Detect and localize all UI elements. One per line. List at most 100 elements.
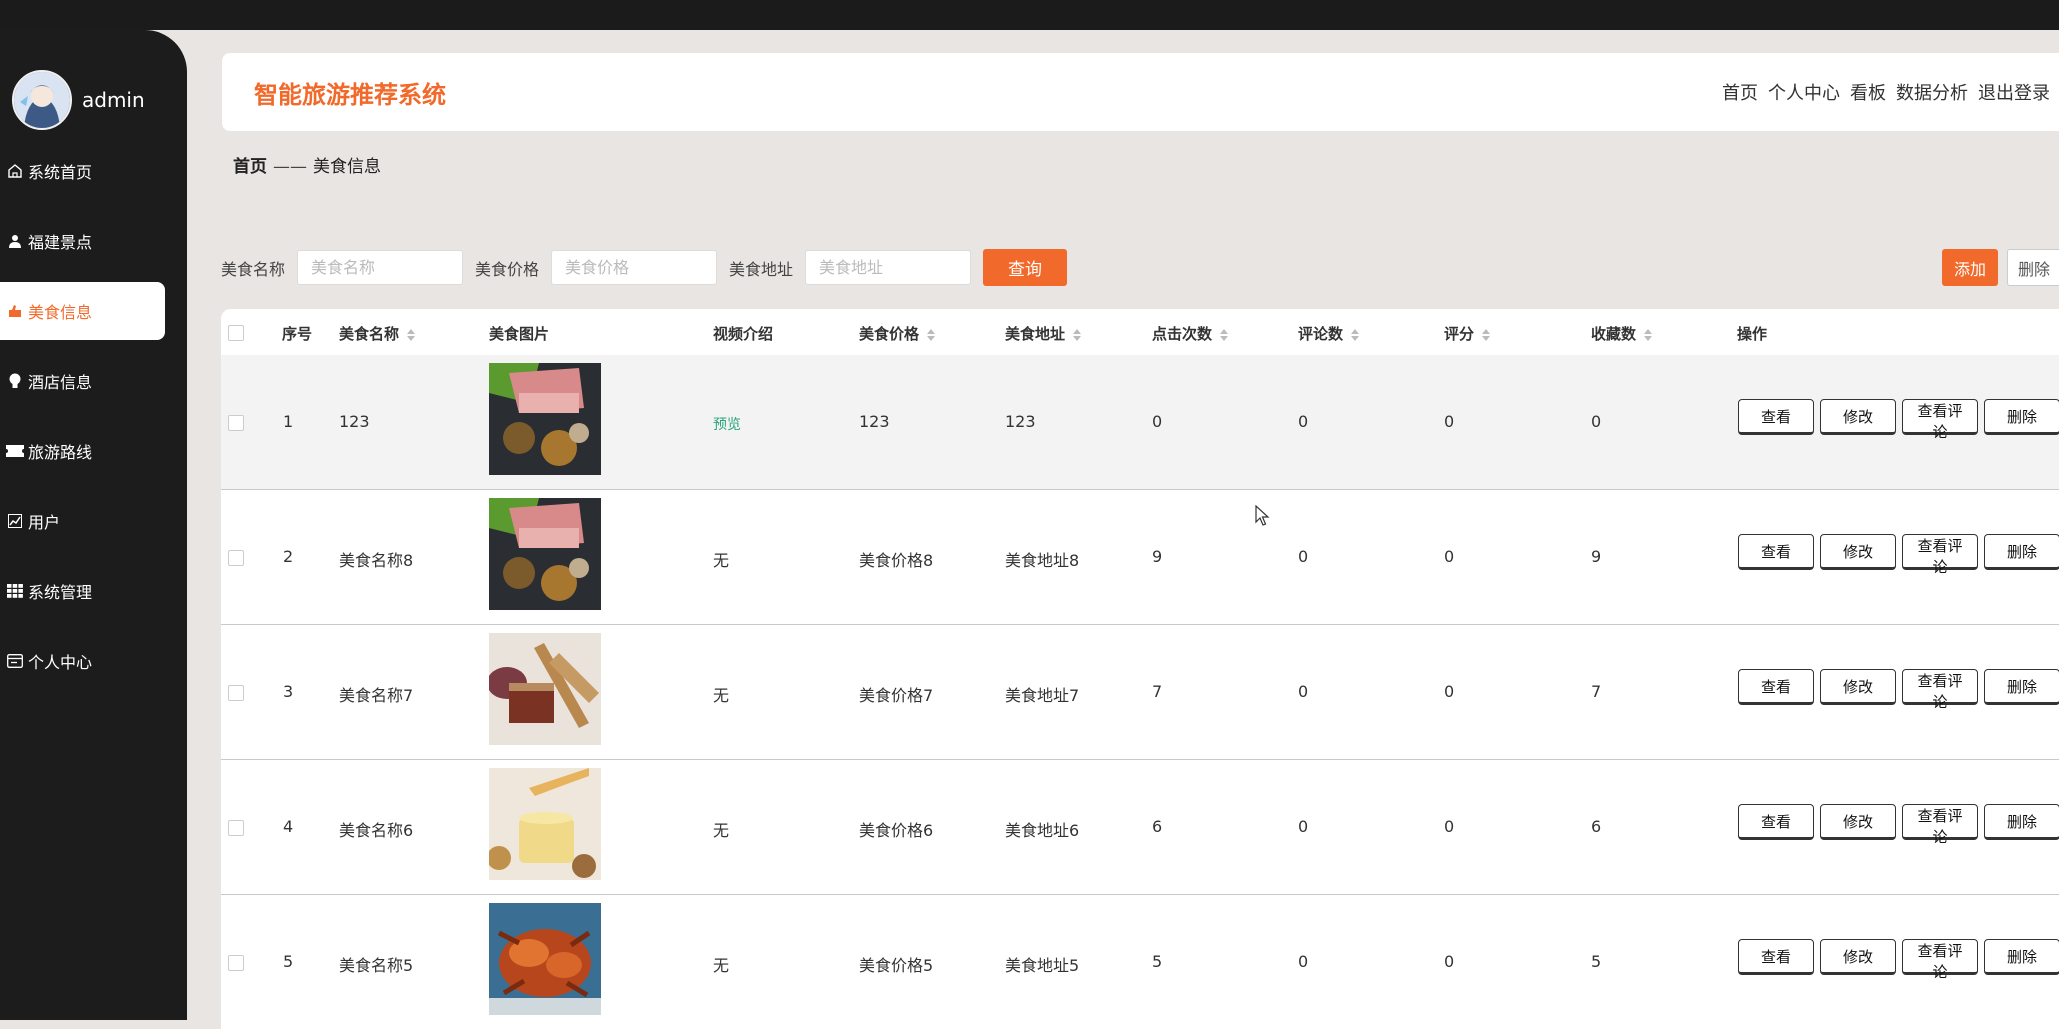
row-checkbox[interactable] bbox=[228, 685, 244, 701]
sort-icon[interactable] bbox=[1644, 328, 1653, 341]
nav-logout-link[interactable]: 退出登录 bbox=[1978, 79, 2050, 105]
sidebar-item-users[interactable]: 用户 bbox=[0, 492, 187, 550]
cell-video: 无 bbox=[713, 956, 730, 975]
row-checkbox[interactable] bbox=[228, 415, 244, 431]
cell-price: 美食价格7 bbox=[859, 686, 934, 705]
home-icon bbox=[6, 162, 24, 180]
cell-address: 美食地址7 bbox=[1005, 686, 1080, 705]
video-preview-link[interactable]: 预览 bbox=[713, 414, 741, 434]
select-all-checkbox[interactable] bbox=[228, 325, 244, 341]
view-button[interactable]: 查看 bbox=[1738, 804, 1814, 840]
cell-clicks: 9 bbox=[1152, 547, 1163, 566]
sidebar-item-food-info[interactable]: 美食信息 bbox=[0, 282, 165, 340]
ticket-icon bbox=[6, 442, 24, 460]
sort-icon[interactable] bbox=[1220, 328, 1229, 341]
view-button[interactable]: 查看 bbox=[1738, 399, 1814, 435]
sidebar-item-hotel-info[interactable]: 酒店信息 bbox=[0, 352, 187, 410]
sidebar-item-label: 福建景点 bbox=[28, 233, 93, 252]
cell-price: 美食价格6 bbox=[859, 821, 934, 840]
sidebar-item-label: 用户 bbox=[28, 513, 61, 532]
cell-index: 4 bbox=[283, 817, 294, 836]
cell-score: 0 bbox=[1444, 952, 1455, 971]
table-row: 3 美食名称7 无 美食价格7 美食地址7 7 0 0 7 查看 修改 查看评论… bbox=[221, 625, 2059, 760]
sidebar: admin 系统首页 福建景点 美食信息 酒店信息 旅游路线 用户 系统管理 个… bbox=[0, 30, 187, 1020]
column-header-comments[interactable]: 评论数 bbox=[1298, 323, 1360, 344]
sidebar-item-personal-center[interactable]: 个人中心 bbox=[0, 632, 187, 690]
header: 智能旅游推荐系统 首页 个人中心 看板 数据分析 退出登录 bbox=[222, 53, 2059, 131]
view-button[interactable]: 查看 bbox=[1738, 534, 1814, 570]
food-price-input[interactable] bbox=[551, 250, 718, 285]
sidebar-item-label: 系统管理 bbox=[28, 583, 93, 602]
query-button[interactable]: 查询 bbox=[983, 249, 1068, 286]
breadcrumb: 首页 —— 美食信息 bbox=[233, 152, 381, 177]
food-image bbox=[489, 498, 601, 610]
sidebar-item-home[interactable]: 系统首页 bbox=[0, 142, 187, 200]
delete-button[interactable]: 删除 bbox=[1984, 534, 2059, 570]
column-header-label: 收藏数 bbox=[1591, 325, 1637, 343]
view-comments-button[interactable]: 查看评论 bbox=[1902, 669, 1978, 711]
delete-button[interactable]: 删除 bbox=[1984, 939, 2059, 975]
cell-price: 美食价格5 bbox=[859, 956, 934, 975]
cell-clicks: 7 bbox=[1152, 682, 1163, 701]
cell-comments: 0 bbox=[1298, 682, 1309, 701]
edit-button[interactable]: 修改 bbox=[1820, 939, 1896, 975]
breadcrumb-home[interactable]: 首页 bbox=[233, 157, 267, 177]
row-checkbox[interactable] bbox=[228, 550, 244, 566]
view-comments-button[interactable]: 查看评论 bbox=[1902, 804, 1978, 846]
column-header-score[interactable]: 评分 bbox=[1444, 323, 1491, 344]
column-header-index: 序号 bbox=[282, 325, 313, 343]
nav-home-link[interactable]: 首页 bbox=[1722, 79, 1758, 105]
column-header-image: 美食图片 bbox=[489, 325, 550, 343]
cell-address: 美食地址6 bbox=[1005, 821, 1080, 840]
cell-favorites: 9 bbox=[1591, 547, 1602, 566]
delete-button[interactable]: 删除 bbox=[1984, 669, 2059, 705]
row-checkbox[interactable] bbox=[228, 820, 244, 836]
column-header-name[interactable]: 美食名称 bbox=[339, 323, 416, 344]
add-button[interactable]: 添加 bbox=[1942, 249, 1998, 286]
nav-personal-center-link[interactable]: 个人中心 bbox=[1768, 79, 1840, 105]
sort-icon[interactable] bbox=[1482, 328, 1491, 341]
column-header-clicks[interactable]: 点击次数 bbox=[1152, 323, 1229, 344]
sort-icon[interactable] bbox=[1073, 328, 1082, 341]
sidebar-item-travel-routes[interactable]: 旅游路线 bbox=[0, 422, 187, 480]
cell-index: 5 bbox=[283, 952, 294, 971]
row-checkbox[interactable] bbox=[228, 955, 244, 971]
food-name-input[interactable] bbox=[297, 250, 464, 285]
cell-price: 美食价格8 bbox=[859, 551, 934, 570]
edit-button[interactable]: 修改 bbox=[1820, 804, 1896, 840]
edit-button[interactable]: 修改 bbox=[1820, 534, 1896, 570]
grid-icon bbox=[6, 582, 24, 600]
sort-icon[interactable] bbox=[1351, 328, 1360, 341]
view-comments-button[interactable]: 查看评论 bbox=[1902, 534, 1978, 576]
card-icon bbox=[6, 652, 24, 670]
column-header-address[interactable]: 美食地址 bbox=[1005, 323, 1082, 344]
table-row: 2 美食名称8 无 美食价格8 美食地址8 9 0 0 9 查看 修改 查看评论… bbox=[221, 490, 2059, 625]
delete-button[interactable]: 删除 bbox=[1984, 804, 2059, 840]
row-actions: 查看 修改 查看评论 删除 bbox=[1738, 804, 2059, 846]
cell-video: 无 bbox=[713, 821, 730, 840]
edit-button[interactable]: 修改 bbox=[1820, 669, 1896, 705]
view-button[interactable]: 查看 bbox=[1738, 939, 1814, 975]
food-icon bbox=[6, 302, 24, 320]
column-header-price[interactable]: 美食价格 bbox=[859, 323, 936, 344]
batch-delete-button[interactable]: 删除 bbox=[2007, 249, 2059, 286]
food-address-input[interactable] bbox=[805, 250, 972, 285]
view-comments-button[interactable]: 查看评论 bbox=[1902, 939, 1978, 981]
column-header-label: 美食地址 bbox=[1005, 325, 1066, 343]
delete-button[interactable]: 删除 bbox=[1984, 399, 2059, 435]
sidebar-item-system-management[interactable]: 系统管理 bbox=[0, 562, 187, 620]
nav-dashboard-link[interactable]: 看板 bbox=[1850, 79, 1886, 105]
sort-icon[interactable] bbox=[407, 328, 416, 341]
sidebar-item-label: 美食信息 bbox=[28, 303, 93, 322]
sort-icon[interactable] bbox=[927, 328, 936, 341]
view-button[interactable]: 查看 bbox=[1738, 669, 1814, 705]
column-header-favorites[interactable]: 收藏数 bbox=[1591, 323, 1653, 344]
user-profile: admin bbox=[12, 70, 145, 130]
nav-data-analysis-link[interactable]: 数据分析 bbox=[1896, 79, 1968, 105]
top-nav: 首页 个人中心 看板 数据分析 退出登录 bbox=[1722, 79, 2050, 105]
edit-button[interactable]: 修改 bbox=[1820, 399, 1896, 435]
cell-comments: 0 bbox=[1298, 547, 1309, 566]
view-comments-button[interactable]: 查看评论 bbox=[1902, 399, 1978, 441]
sidebar-menu: 系统首页 福建景点 美食信息 酒店信息 旅游路线 用户 系统管理 个人中心 bbox=[0, 142, 187, 702]
sidebar-item-fujian-spots[interactable]: 福建景点 bbox=[0, 212, 187, 270]
